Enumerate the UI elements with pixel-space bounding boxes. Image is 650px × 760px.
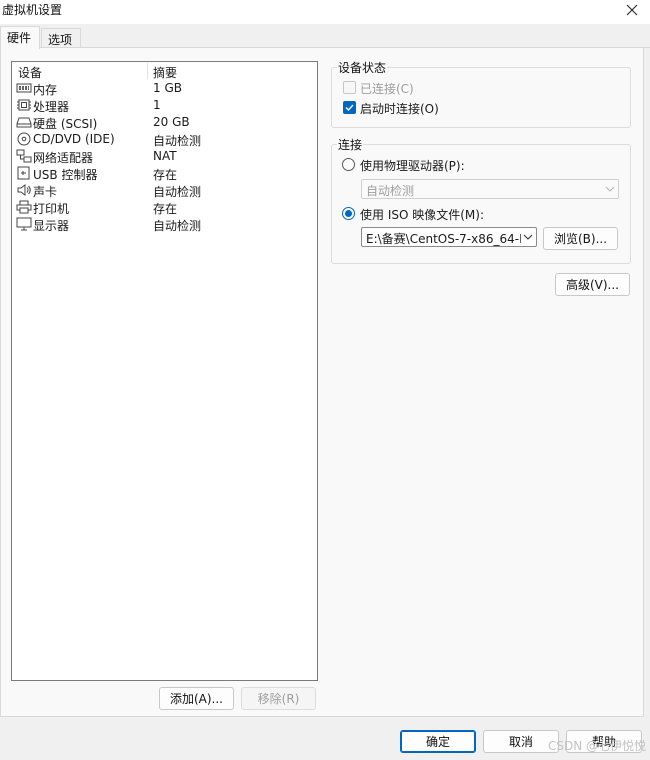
device-row-display[interactable]: 显示器 自动检测 — [12, 216, 317, 233]
device-name: 处理器 — [33, 100, 70, 114]
device-summary: 自动检测 — [153, 185, 202, 199]
ok-button-label: 确定 — [425, 735, 450, 749]
device-row-hard-disk[interactable]: 硬盘 (SCSI) 20 GB — [12, 114, 317, 131]
device-row-cd-dvd[interactable]: CD/DVD (IDE) 自动检测 — [12, 131, 317, 148]
advanced-button-label: 高级(V)... — [565, 278, 620, 292]
chevron-down-icon — [605, 186, 615, 192]
device-summary: NAT — [153, 149, 177, 163]
device-summary: 自动检测 — [153, 134, 202, 148]
device-summary: 存在 — [153, 202, 178, 216]
device-row-usb[interactable]: USB 控制器 存在 — [12, 165, 317, 182]
physical-drive-radio[interactable] — [342, 158, 355, 171]
device-row-sound-card[interactable]: 声卡 自动检测 — [12, 182, 317, 199]
remove-button-label: 移除(R) — [257, 692, 300, 706]
tab-strip: 硬件 选项 — [0, 24, 650, 49]
browse-button[interactable]: 浏览(B)... — [543, 227, 618, 250]
connect-at-power-on-checkbox[interactable] — [343, 101, 356, 114]
device-name: 显示器 — [33, 219, 70, 233]
sound-card-icon — [17, 184, 31, 196]
device-name: 硬盘 (SCSI) — [33, 117, 98, 131]
physical-drive-value: 自动检测 — [366, 184, 415, 198]
device-status-title: 设备状态 — [337, 59, 388, 76]
device-summary: 自动检测 — [153, 219, 202, 233]
cd-dvd-icon — [17, 132, 31, 146]
device-name: 网络适配器 — [33, 151, 94, 165]
watermark: CSDN @七伊悦悦 — [547, 739, 646, 753]
device-name: 声卡 — [33, 185, 58, 199]
connection-title: 连接 — [337, 136, 364, 153]
tab-hardware-label: 硬件 — [7, 31, 32, 45]
device-name: 内存 — [33, 83, 58, 97]
device-row-memory[interactable]: 内存 1 GB — [12, 80, 317, 97]
column-header-device[interactable]: 设备 — [18, 64, 42, 81]
iso-path-combobox[interactable]: E:\备赛\CentOS-7-x86_64-DVD — [361, 227, 537, 247]
device-name: 打印机 — [33, 202, 70, 216]
iso-image-label: 使用 ISO 映像文件(M): — [360, 208, 484, 222]
device-summary: 1 GB — [153, 81, 182, 95]
chevron-down-icon — [523, 234, 533, 240]
memory-icon — [16, 83, 32, 93]
display-icon — [16, 217, 32, 231]
physical-drive-label: 使用物理驱动器(P): — [360, 159, 465, 173]
add-button[interactable]: 添加(A)... — [159, 687, 234, 710]
checkmark-icon — [345, 104, 354, 112]
device-name: CD/DVD (IDE) — [33, 132, 115, 146]
tab-hardware[interactable]: 硬件 — [0, 26, 40, 49]
window-title: 虚拟机设置 — [2, 3, 63, 17]
connect-at-power-on-label: 启动时连接(O) — [360, 102, 439, 116]
device-summary: 20 GB — [153, 115, 190, 129]
remove-button[interactable]: 移除(R) — [241, 687, 316, 710]
device-row-network-adapter[interactable]: 网络适配器 NAT — [12, 148, 317, 165]
device-summary: 1 — [153, 98, 161, 112]
list-header: 设备 摘要 — [12, 62, 317, 80]
printer-icon — [16, 200, 32, 214]
device-list[interactable]: 设备 摘要 内存 1 GB 处理器 1 硬盘 (SCSI) 20 GB CD/D… — [11, 61, 318, 681]
device-status-group — [331, 67, 631, 128]
tab-options[interactable]: 选项 — [41, 28, 81, 49]
close-icon — [626, 4, 638, 16]
connected-label: 已连接(C) — [360, 82, 414, 96]
cancel-button-label: 取消 — [508, 735, 533, 749]
hard-disk-icon — [16, 117, 32, 128]
physical-drive-dropdown[interactable]: 自动检测 — [361, 179, 619, 199]
advanced-button[interactable]: 高级(V)... — [555, 273, 630, 296]
device-row-processor[interactable]: 处理器 1 — [12, 97, 317, 114]
tab-options-label: 选项 — [48, 33, 73, 47]
title-bar: 虚拟机设置 — [0, 0, 650, 24]
add-button-label: 添加(A)... — [169, 692, 224, 706]
usb-icon — [17, 166, 30, 180]
ok-button[interactable]: 确定 — [400, 730, 476, 753]
device-name: USB 控制器 — [33, 168, 98, 182]
network-adapter-icon — [16, 149, 32, 163]
column-separator[interactable] — [147, 63, 148, 79]
processor-icon — [17, 99, 31, 111]
close-button[interactable] — [622, 0, 642, 20]
device-row-printer[interactable]: 打印机 存在 — [12, 199, 317, 216]
device-summary: 存在 — [153, 168, 178, 182]
iso-path-value: E:\备赛\CentOS-7-x86_64-DVD — [366, 232, 521, 246]
browse-button-label: 浏览(B)... — [553, 232, 608, 246]
connected-checkbox[interactable] — [343, 81, 356, 94]
column-header-summary[interactable]: 摘要 — [153, 64, 177, 81]
iso-image-radio[interactable] — [342, 207, 355, 220]
